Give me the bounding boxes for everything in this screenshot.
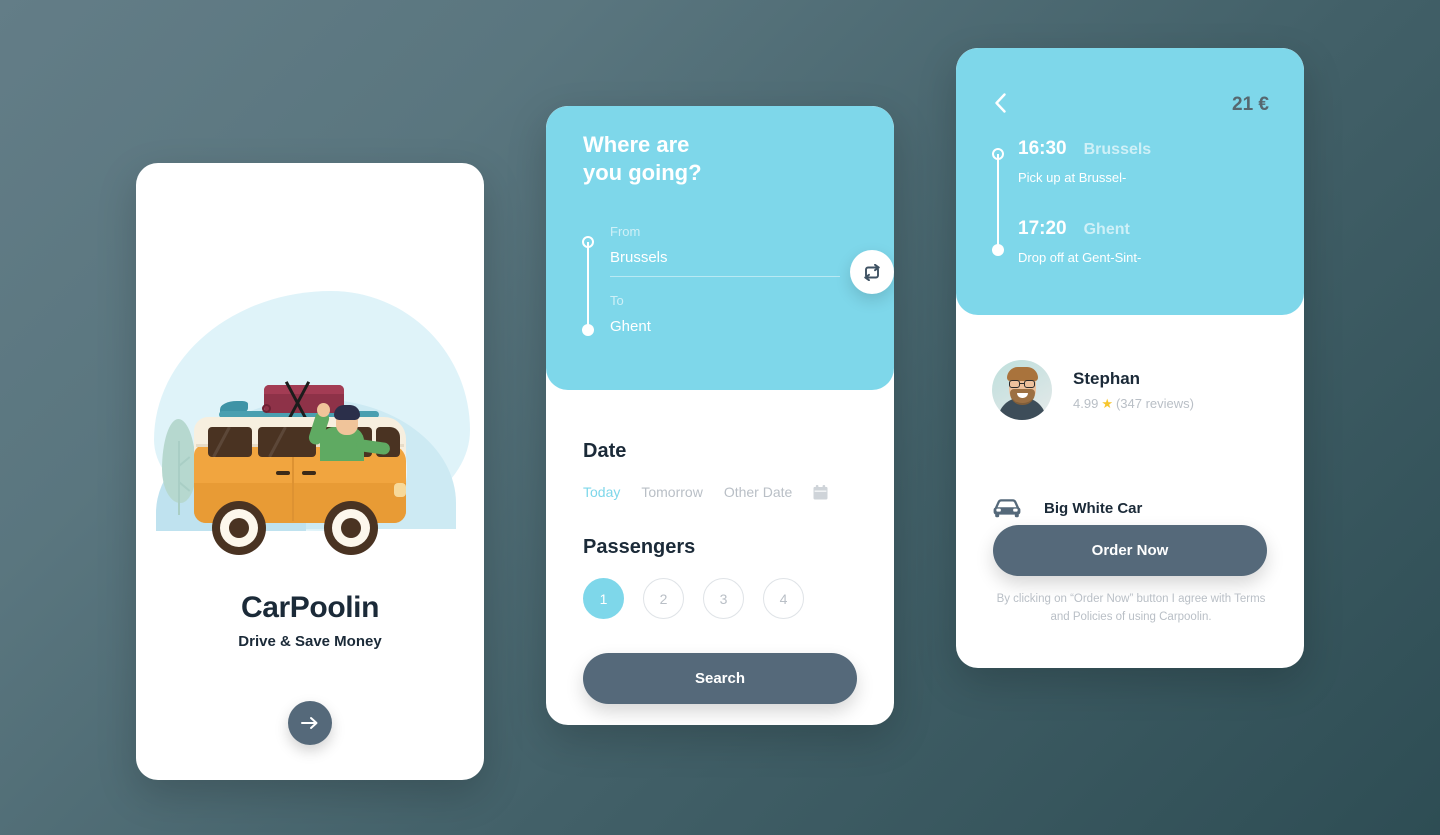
van-graphic — [184, 381, 434, 557]
arrow-right-icon — [301, 717, 318, 729]
passenger-option-2[interactable]: 2 — [643, 578, 684, 619]
passenger-option-4[interactable]: 4 — [763, 578, 804, 619]
terms-disclaimer: By clicking on “Order Now” button I agre… — [996, 593, 1266, 623]
avatar-hair — [1007, 367, 1038, 381]
search-header-panel: Where are you going? From Brussels To Gh… — [546, 106, 894, 390]
driver-rating: 4.99 — [1073, 396, 1099, 411]
from-label: From — [610, 224, 641, 239]
route-line — [587, 242, 589, 326]
driver-reviews: (347 reviews) — [1115, 396, 1194, 411]
vehicle-name: Big White Car — [1044, 499, 1143, 517]
order-now-button[interactable]: Order Now — [993, 525, 1267, 576]
date-option-today[interactable]: Today — [583, 484, 620, 500]
passengers-section-title: Passengers — [583, 536, 696, 558]
pickup-dot-icon — [992, 148, 1004, 160]
search-heading: Where are you going? — [583, 131, 702, 186]
passenger-options: 1 2 3 4 — [583, 578, 804, 619]
car-icon — [993, 499, 1021, 518]
next-button[interactable] — [288, 701, 332, 745]
date-section-title: Date — [583, 440, 627, 462]
search-heading-line2: you going? — [583, 159, 702, 185]
page-title: CarPoolin — [240, 591, 380, 624]
van-wheel — [324, 501, 378, 555]
vehicle-row: Big White Car — [992, 498, 1142, 518]
dropoff-description: Drop off at Gent-Sint- — [1018, 250, 1142, 265]
suitcase-wheel — [262, 404, 271, 413]
trip-price: 21 € — [1232, 94, 1269, 115]
trip-details-card: 21 € 16:30 Brussels Pick up at Brussel- … — [956, 48, 1304, 668]
driver-row[interactable]: Stephan 4.99 ★ (347 reviews) — [992, 360, 1194, 420]
passenger-option-1[interactable]: 1 — [583, 578, 624, 619]
search-heading-line1: Where are — [583, 132, 690, 157]
swap-button[interactable] — [850, 250, 894, 294]
pickup-description: Pick up at Brussel- — [1018, 170, 1127, 185]
chevron-left-icon — [995, 93, 1006, 113]
driver-hand — [317, 403, 330, 417]
van-door-handle — [276, 471, 290, 475]
trip-leg-dropoff: 17:20 Ghent Drop off at Gent-Sint- — [1018, 218, 1141, 265]
van-window — [208, 426, 252, 458]
van-door-seam — [292, 457, 294, 521]
driver-info: Stephan 4.99 ★ (347 reviews) — [1073, 369, 1194, 412]
dropoff-dot-icon — [992, 244, 1004, 256]
pickup-city: Brussels — [1083, 141, 1152, 158]
passenger-option-3[interactable]: 3 — [703, 578, 744, 619]
van-window — [258, 426, 316, 458]
pickup-time: 16:30 — [1018, 138, 1067, 159]
van-illustration — [136, 291, 484, 591]
from-value: Brussels — [610, 249, 668, 266]
to-value: Ghent — [610, 318, 651, 335]
trip-leg-pickup: 16:30 Brussels Pick up at Brussel- — [1018, 138, 1151, 185]
star-icon: ★ — [1101, 395, 1113, 411]
dropoff-city: Ghent — [1083, 221, 1130, 238]
van-door-handle — [302, 471, 316, 475]
date-option-tomorrow[interactable]: Tomorrow — [641, 484, 702, 500]
driver-hair — [334, 405, 360, 420]
from-field[interactable]: From Brussels — [610, 224, 668, 266]
to-field[interactable]: To Ghent — [610, 293, 651, 335]
avatar — [992, 360, 1052, 420]
search-button[interactable]: Search — [583, 653, 857, 704]
calendar-icon[interactable] — [813, 484, 828, 500]
van-wheel — [212, 501, 266, 555]
dropoff-time: 17:20 — [1018, 218, 1067, 239]
date-options: Today Tomorrow Other Date — [583, 484, 828, 500]
back-button[interactable] — [994, 93, 1007, 118]
trip-route-line — [997, 154, 999, 246]
van-headlight — [394, 483, 406, 497]
trip-header-panel: 21 € 16:30 Brussels Pick up at Brussel- … — [956, 48, 1304, 315]
driver-rating-row: 4.99 ★ (347 reviews) — [1073, 396, 1194, 412]
driver-name: Stephan — [1073, 368, 1141, 388]
destination-dot-icon — [582, 324, 594, 336]
swap-arrows-icon — [864, 263, 880, 281]
brand-tagline: Drive & Save Money — [238, 633, 382, 650]
origin-dot-icon — [582, 236, 594, 248]
onboarding-card: CarPoolin Drive & Save Money — [136, 163, 484, 780]
glasses-icon — [1007, 380, 1038, 388]
field-divider — [610, 276, 840, 277]
date-option-other[interactable]: Other Date — [724, 484, 792, 500]
to-label: To — [610, 293, 624, 308]
trip-route-track — [992, 144, 1004, 256]
search-card: Where are you going? From Brussels To Gh… — [546, 106, 894, 725]
route-track — [582, 232, 594, 336]
